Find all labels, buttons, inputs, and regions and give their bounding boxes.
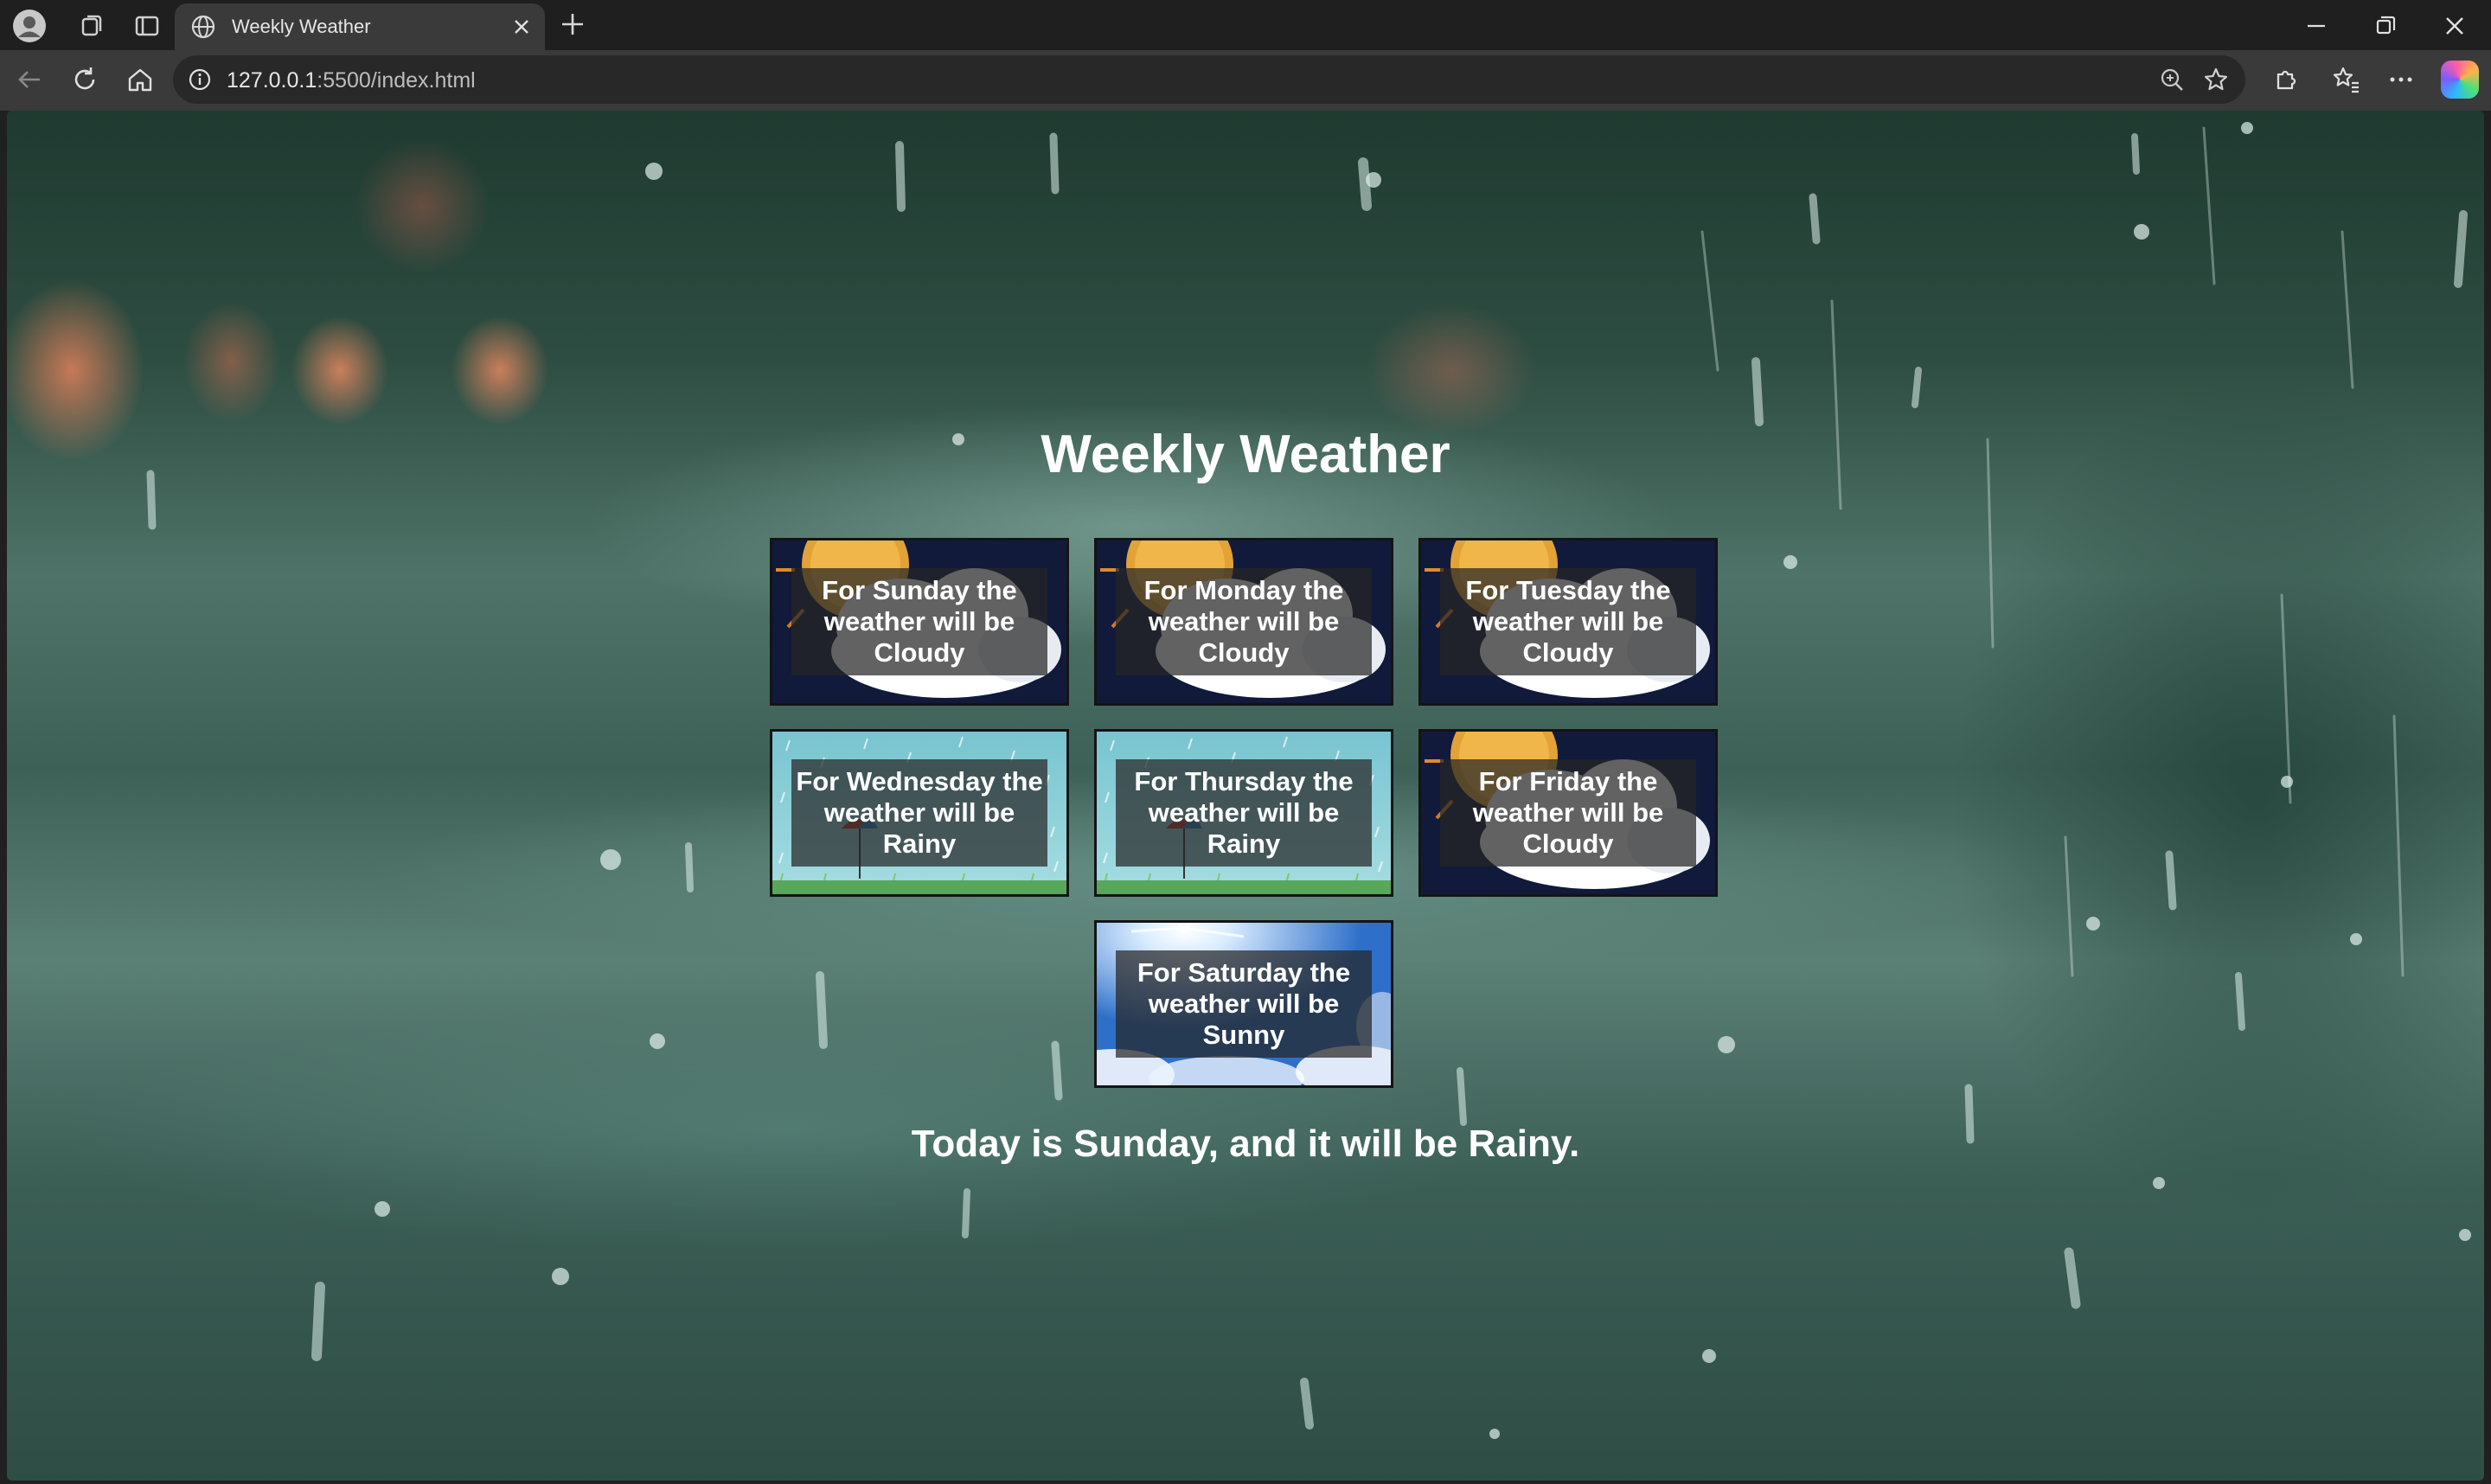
profile-avatar-icon[interactable] <box>12 9 47 43</box>
page-viewport: Weekly Weather For Sunday the weather wi… <box>7 111 2484 1481</box>
zoom-icon[interactable] <box>2159 67 2185 93</box>
copilot-icon[interactable] <box>2441 61 2479 99</box>
card-caption: For Friday the weather will be Cloudy <box>1440 759 1696 867</box>
weather-card-saturday[interactable]: For Saturday the weather will be Sunny <box>1094 920 1393 1088</box>
url-text: 127.0.0.1:5500/index.html <box>227 68 476 93</box>
weather-card-tuesday[interactable]: For Tuesday the weather will be Cloudy <box>1418 538 1718 706</box>
card-caption: For Saturday the weather will be Sunny <box>1116 950 1372 1058</box>
refresh-icon[interactable] <box>67 62 102 97</box>
card-caption: For Monday the weather will be Cloudy <box>1116 568 1372 675</box>
back-icon[interactable] <box>12 62 47 97</box>
restore-icon[interactable] <box>2372 12 2399 40</box>
page-title: Weekly Weather <box>1041 425 1450 484</box>
extensions-icon[interactable] <box>2268 62 2302 97</box>
browser-tab-bar: Weekly Weather <box>0 0 2491 50</box>
card-caption: For Wednesday the weather will be Rainy <box>791 759 1047 867</box>
minimize-icon[interactable] <box>2302 12 2330 40</box>
card-caption: For Thursday the weather will be Rainy <box>1116 759 1372 867</box>
weather-cards-grid: For Sunday the weather will be Cloudy Fo… <box>770 538 1730 1102</box>
today-forecast-text: Today is Sunday, and it will be Rainy. <box>911 1123 1580 1165</box>
tab-weekly-weather[interactable]: Weekly Weather <box>175 3 545 50</box>
tab-title: Weekly Weather <box>232 16 371 37</box>
tab-actions-icon[interactable] <box>130 9 164 43</box>
weather-card-monday[interactable]: For Monday the weather will be Cloudy <box>1094 538 1393 706</box>
site-info-icon[interactable] <box>187 67 213 93</box>
card-caption: For Tuesday the weather will be Cloudy <box>1440 568 1696 675</box>
new-tab-icon[interactable] <box>557 9 588 40</box>
address-bar[interactable]: 127.0.0.1:5500/index.html <box>173 55 2245 104</box>
favorite-star-icon[interactable] <box>2202 66 2230 93</box>
favorites-icon[interactable] <box>2328 62 2363 97</box>
browser-toolbar: 127.0.0.1:5500/index.html <box>0 50 2491 111</box>
weather-card-friday[interactable]: For Friday the weather will be Cloudy <box>1418 729 1718 897</box>
close-tab-icon[interactable] <box>510 16 533 38</box>
card-caption: For Sunday the weather will be Cloudy <box>791 568 1047 675</box>
workspaces-icon[interactable] <box>74 9 109 43</box>
close-window-icon[interactable] <box>2441 12 2469 40</box>
globe-icon <box>190 14 216 40</box>
weather-card-thursday[interactable]: For Thursday the weather will be Rainy <box>1094 729 1393 897</box>
home-icon[interactable] <box>123 62 157 97</box>
more-options-icon[interactable] <box>2384 62 2418 97</box>
weather-card-sunday[interactable]: For Sunday the weather will be Cloudy <box>770 538 1069 706</box>
weather-card-wednesday[interactable]: For Wednesday the weather will be Rainy <box>770 729 1069 897</box>
